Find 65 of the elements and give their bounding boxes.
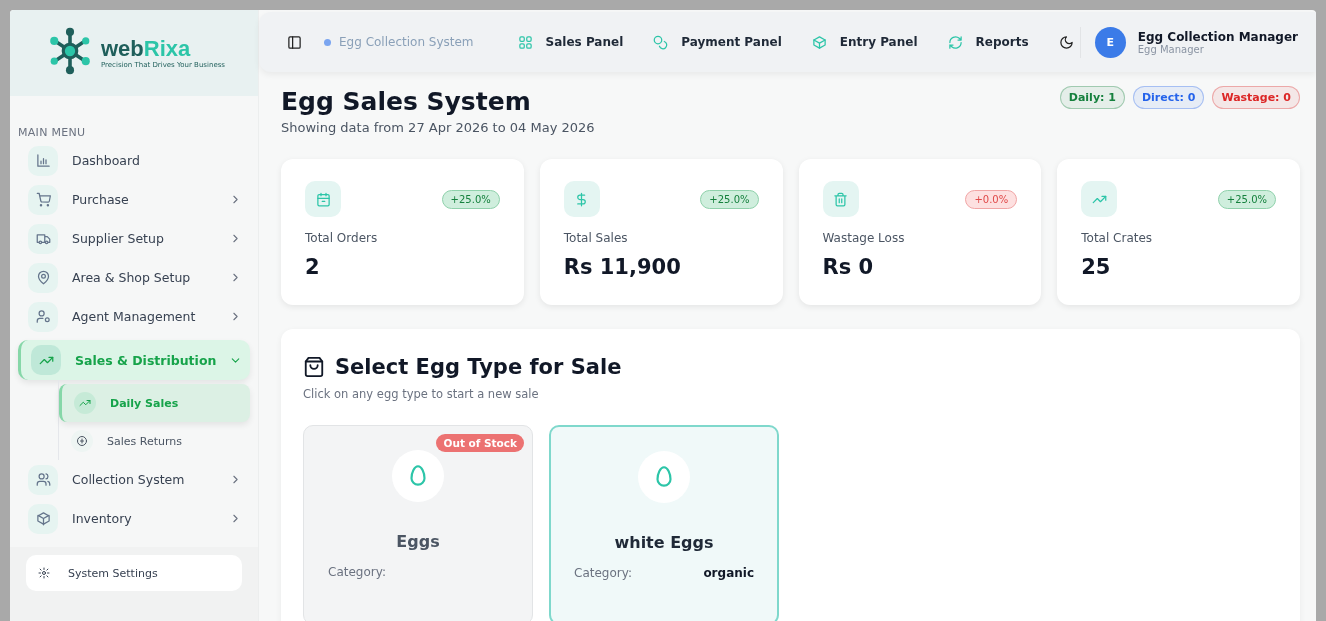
egg-type-name: white Eggs <box>614 533 714 552</box>
stat-value: 25 <box>1081 255 1112 279</box>
sidebar-item[interactable]: Area & Shop Setup <box>18 258 250 297</box>
map-pin-icon <box>35 270 51 285</box>
sidebar-toggle-icon[interactable] <box>287 34 302 50</box>
page-title: Egg Sales System <box>281 86 532 118</box>
date-range-text: Showing data from 27 Apr 2026 to 04 May 2026 <box>281 120 595 135</box>
nav-link[interactable]: Reports <box>947 34 1029 50</box>
change-badge: +25.0% <box>1217 189 1276 209</box>
status-dot <box>324 38 331 46</box>
change-badge: +25.0% <box>700 189 759 209</box>
field-label: Category: <box>574 566 632 580</box>
user-role: Egg Manager <box>1137 43 1205 55</box>
stock-badge: Out of Stock <box>436 434 524 452</box>
cube-icon <box>35 511 51 526</box>
submenu-item[interactable]: Sales Returns <box>59 422 250 460</box>
stat-label: Total Sales <box>563 231 629 245</box>
egg-type-name: Eggs <box>396 532 440 551</box>
calendar-icon <box>315 191 331 207</box>
egg-type-card[interactable]: Out of Stock Eggs Category: <box>303 425 533 621</box>
settings-icon <box>38 567 50 579</box>
stat-label: Total Orders <box>305 231 379 245</box>
trend-up-icon <box>79 397 91 409</box>
sidebar-item[interactable]: Supplier Setup <box>18 219 250 258</box>
count-badge: Daily: 1 <box>1059 86 1125 109</box>
shopping-bag-icon <box>303 356 325 378</box>
change-badge: +0.0% <box>965 189 1018 209</box>
change-badge: +25.0% <box>441 189 500 209</box>
bar-chart-icon <box>35 153 51 168</box>
grid-icon <box>517 34 533 50</box>
stat-label: Wastage Loss <box>822 231 906 245</box>
settings-button[interactable]: System Settings <box>26 555 242 591</box>
brand-name: webRixa <box>101 36 192 61</box>
users-icon <box>35 472 51 487</box>
sidebar-item[interactable]: Inventory <box>18 499 250 538</box>
moon-icon[interactable] <box>1058 34 1074 50</box>
truck-icon <box>35 231 51 246</box>
cart-icon <box>35 192 51 207</box>
stat-label: Total Crates <box>1081 231 1154 245</box>
trash-icon <box>833 191 848 207</box>
section-title: Select Egg Type for Sale <box>335 355 622 379</box>
count-badge: Wastage: 0 <box>1212 86 1300 109</box>
sidebar-item[interactable]: Agent Management <box>18 297 250 336</box>
section-subtitle: Click on any egg type to start a new sale <box>303 387 540 401</box>
count-badge: Direct: 0 <box>1132 86 1205 109</box>
menu-section-label: MAIN MENU <box>18 126 87 139</box>
stat-value: 2 <box>305 255 321 279</box>
avatar[interactable]: E <box>1094 26 1126 58</box>
nav-link[interactable]: Entry Panel <box>811 34 918 50</box>
system-name: Egg Collection System <box>339 35 474 49</box>
box-icon <box>811 34 827 50</box>
field-label: Category: <box>328 565 386 579</box>
stat-value: Rs 0 <box>822 255 875 279</box>
sidebar-item[interactable]: Purchase <box>18 180 250 219</box>
sidebar-item[interactable]: Collection System <box>18 460 250 499</box>
field-value: organic <box>703 566 754 580</box>
user-gear-icon <box>35 309 51 324</box>
stat-value: Rs 11,900 <box>563 255 682 279</box>
sidebar-item[interactable]: Dashboard <box>18 141 250 180</box>
nav-link[interactable]: Payment Panel <box>653 34 782 50</box>
nav-link[interactable]: Sales Panel <box>517 34 624 50</box>
egg-type-card[interactable]: white Eggs Category: organic <box>549 425 779 621</box>
refresh-icon <box>947 34 963 50</box>
coins-icon <box>653 34 669 50</box>
user-name: Egg Collection Manager <box>1137 29 1298 44</box>
